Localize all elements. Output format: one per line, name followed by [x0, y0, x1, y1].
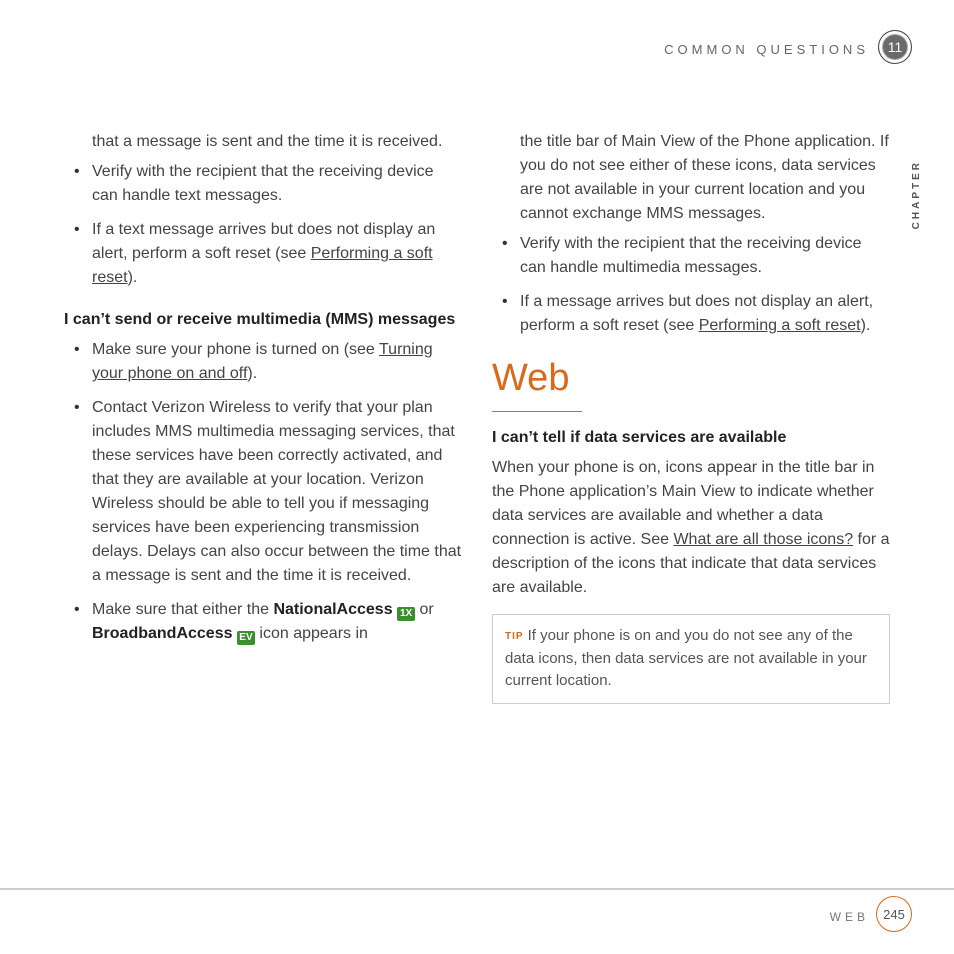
page-number-badge: 245	[876, 896, 912, 932]
footer-divider	[0, 888, 954, 890]
nationalaccess-label: NationalAccess	[273, 601, 392, 618]
broadbandaccess-icon: EV	[237, 631, 255, 645]
list-item: Contact Verizon Wireless to verify that …	[64, 396, 462, 588]
body-columns: that a message is sent and the time it i…	[64, 130, 890, 854]
text: ).	[247, 365, 257, 382]
text: Verify with the recipient that the recei…	[520, 235, 862, 276]
document-page: COMMON QUESTIONS 11 CHAPTER that a messa…	[0, 0, 954, 954]
list-item: Verify with the recipient that the recei…	[492, 232, 890, 280]
text: ).	[128, 269, 138, 286]
broadbandaccess-label: BroadbandAccess	[92, 625, 233, 642]
web-subheading: I can’t tell if data services are availa…	[492, 426, 890, 450]
tip-box: TIPIf your phone is on and you do not se…	[492, 614, 890, 704]
web-section-heading: Web	[492, 350, 582, 412]
web-paragraph: When your phone is on, icons appear in t…	[492, 456, 890, 600]
text: Make sure your phone is turned on (see	[92, 341, 379, 358]
chapter-number: 11	[888, 39, 903, 55]
chapter-number-badge: 11	[878, 30, 912, 64]
icons-link[interactable]: What are all those icons?	[673, 531, 853, 548]
footer-section-label: WEB	[830, 910, 869, 924]
header-section-title: COMMON QUESTIONS	[664, 42, 869, 57]
continuation-paragraph-right: the title bar of Main View of the Phone …	[492, 130, 890, 226]
continuation-paragraph-left: that a message is sent and the time it i…	[64, 130, 462, 154]
nationalaccess-icon: 1X	[397, 607, 415, 621]
sms-troubleshoot-list: Verify with the recipient that the recei…	[64, 160, 462, 290]
chapter-vertical-label: CHAPTER	[911, 160, 922, 229]
text: Contact Verizon Wireless to verify that …	[92, 399, 461, 584]
mms-subheading: I can’t send or receive multimedia (MMS)…	[64, 308, 462, 332]
list-item: Verify with the recipient that the recei…	[64, 160, 462, 208]
page-number: 245	[883, 907, 905, 922]
text: Verify with the recipient that the recei…	[92, 163, 434, 204]
tip-label: TIP	[505, 631, 524, 642]
list-item: If a text message arrives but does not d…	[64, 218, 462, 290]
mms-troubleshoot-list-cont: Verify with the recipient that the recei…	[492, 232, 890, 338]
tip-text: If your phone is on and you do not see a…	[505, 627, 867, 689]
text: Make sure that either the	[92, 601, 273, 618]
mms-troubleshoot-list: Make sure your phone is turned on (see T…	[64, 338, 462, 646]
list-item: Make sure your phone is turned on (see T…	[64, 338, 462, 386]
text: ).	[861, 317, 871, 334]
text: icon appears in	[259, 625, 368, 642]
text: or	[420, 601, 434, 618]
soft-reset-link[interactable]: Performing a soft reset	[699, 317, 861, 334]
list-item: If a message arrives but does not displa…	[492, 290, 890, 338]
list-item: Make sure that either the NationalAccess…	[64, 598, 462, 646]
